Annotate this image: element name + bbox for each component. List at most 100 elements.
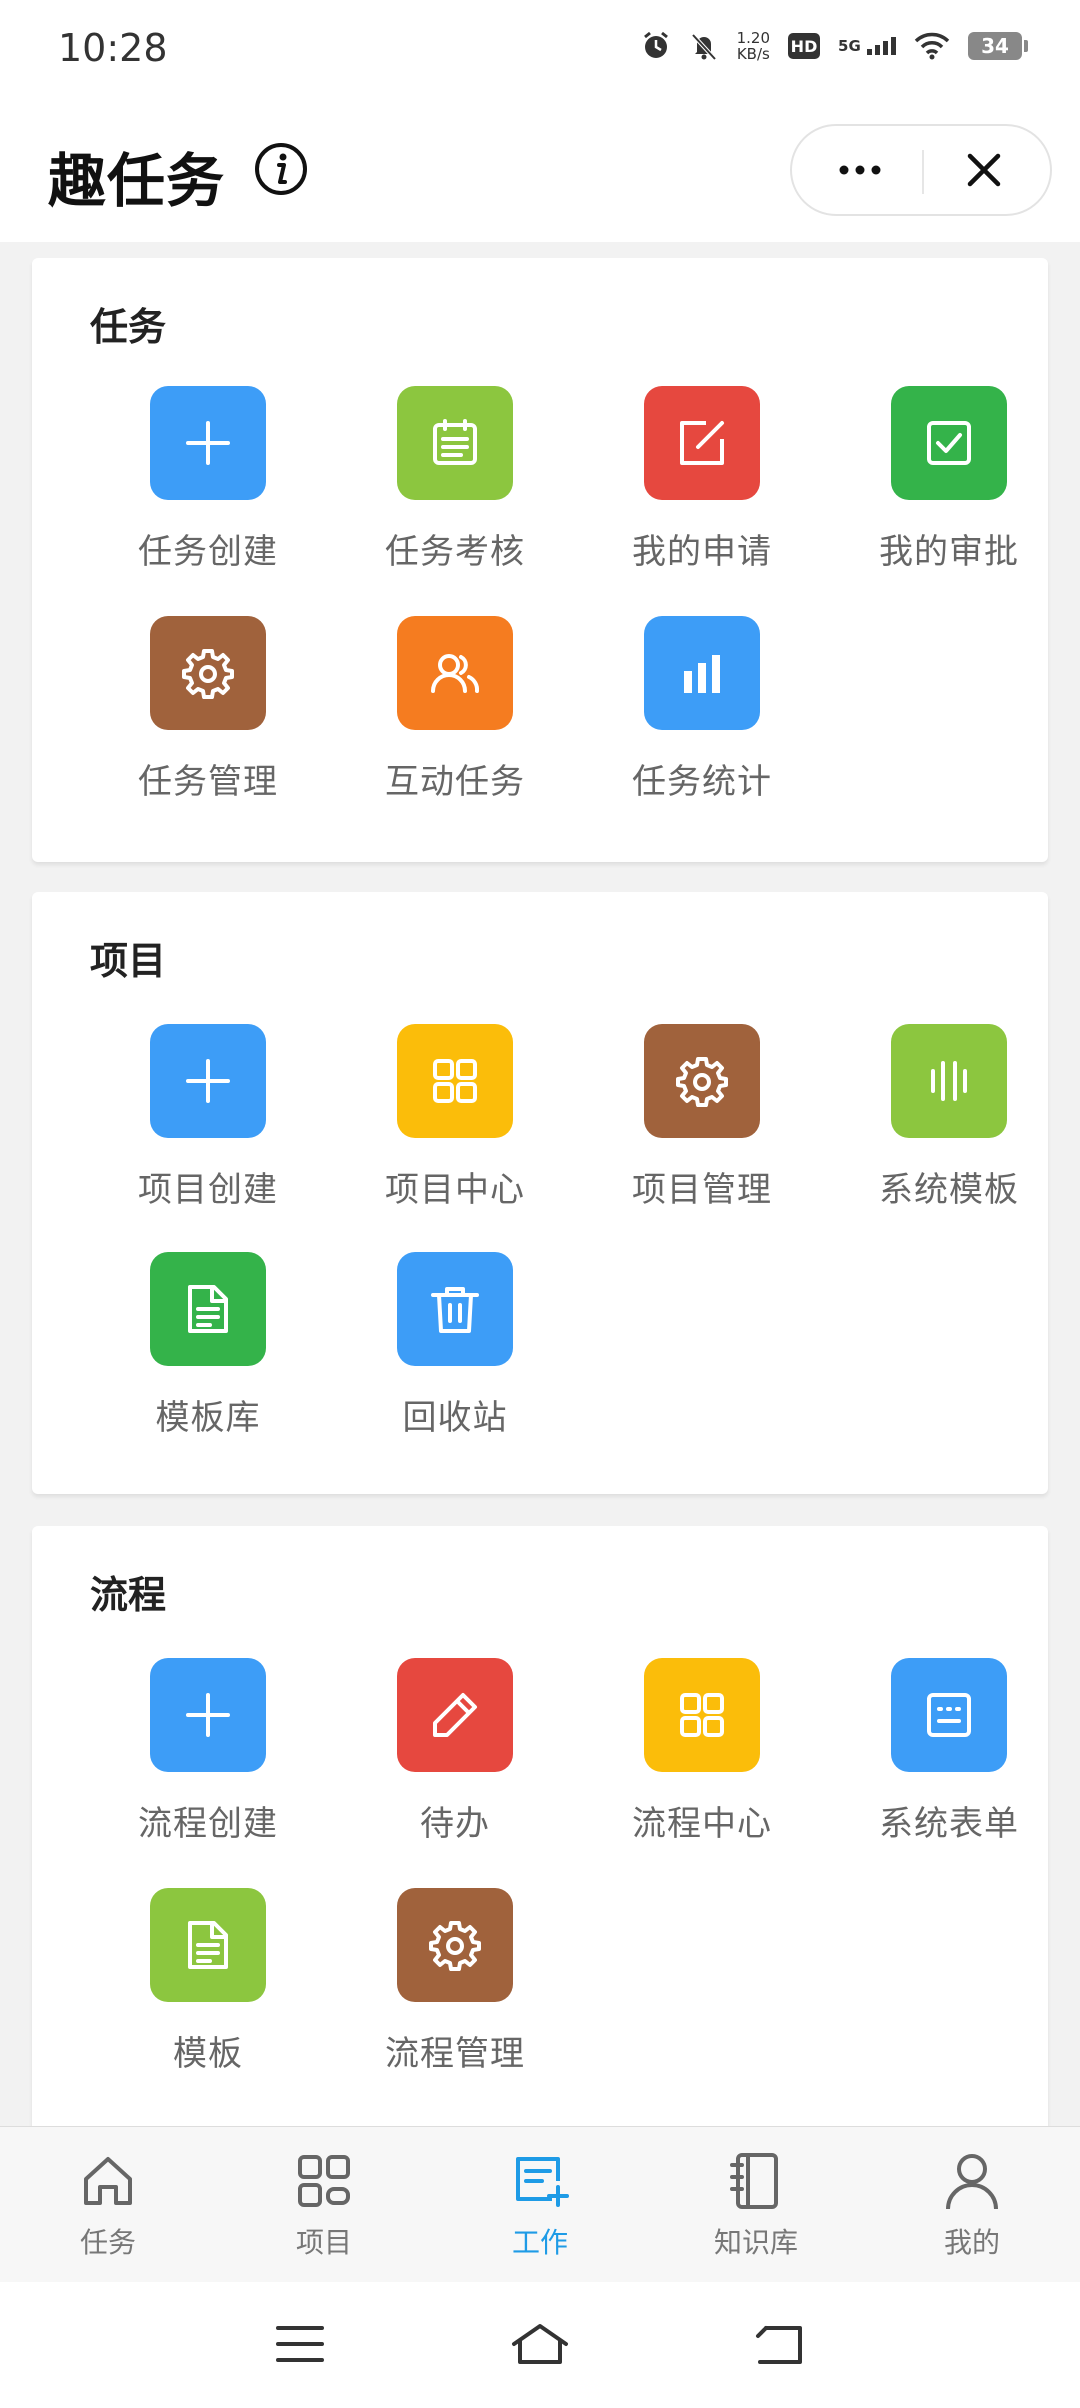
- close-icon: [967, 153, 1001, 187]
- grid-item[interactable]: 项目中心: [329, 1024, 569, 1224]
- section-projects: 项目 项目创建 项目中心 项目管理 系统模板 模板库 回收站: [32, 892, 1048, 1494]
- bottom-tab-bar: 任务 项目 工作 知识库 我的: [0, 2126, 1080, 2283]
- grid-item[interactable]: 系统表单: [823, 1658, 1063, 1858]
- grid-item-label: 回收站: [402, 1398, 508, 1438]
- gear-icon: [644, 1024, 760, 1138]
- edit-square-icon: [644, 386, 760, 500]
- tab-label: 项目: [295, 2226, 352, 2259]
- work-edit-icon: [508, 2149, 572, 2213]
- grid-item[interactable]: 流程创建: [82, 1658, 322, 1858]
- network-type: 5G: [838, 37, 861, 55]
- section-title: 任务: [90, 305, 167, 349]
- section-workflow: 流程流程创建 待办 流程中心 系统表单模板 流程管理: [32, 1526, 1048, 2186]
- tab-tasks[interactable]: 任务: [0, 2127, 216, 2283]
- clipboard-icon: [397, 386, 513, 500]
- grid-item-label: 项目创建: [138, 1170, 278, 1210]
- grid-item-label: 任务管理: [138, 762, 278, 802]
- back-icon: [756, 2326, 802, 2364]
- grid-item[interactable]: 任务管理: [82, 616, 322, 816]
- network-speed-unit: KB/s: [736, 45, 770, 63]
- tab-profile[interactable]: 我的: [864, 2127, 1080, 2283]
- home-icon: [512, 2324, 568, 2364]
- document-icon: [150, 1252, 266, 1366]
- check-square-icon: [891, 386, 1007, 500]
- gear-icon: [397, 1888, 513, 2002]
- grid-item-label: 项目管理: [632, 1170, 772, 1210]
- signal-icon: [867, 37, 896, 55]
- grid-item-label: 模板: [173, 2034, 243, 2074]
- tab-knowledge-base[interactable]: 知识库: [648, 2127, 864, 2283]
- plus-icon: [150, 1024, 266, 1138]
- tab-projects[interactable]: 项目: [216, 2127, 432, 2283]
- title-bar: 趣任务: [0, 100, 1080, 242]
- grid-item-label: 待办: [420, 1804, 490, 1844]
- grid-item[interactable]: 系统模板: [823, 1024, 1063, 1224]
- trash-icon: [397, 1252, 513, 1366]
- grid-item[interactable]: 任务考核: [329, 386, 569, 586]
- back-button[interactable]: [744, 2314, 816, 2374]
- network-speed: 1.20 KB/s: [737, 30, 770, 62]
- mini-program-capsule: [790, 124, 1052, 216]
- grid-item[interactable]: 模板库: [82, 1252, 322, 1452]
- status-icons: 1.20 KB/s HD 5G 34: [641, 30, 1028, 62]
- grid-item-label: 系统模板: [879, 1170, 1019, 1210]
- tab-label: 知识库: [713, 2226, 798, 2259]
- user-icon: [940, 2149, 1004, 2213]
- grid-item-label: 任务统计: [632, 762, 772, 802]
- grid-item-label: 互动任务: [385, 762, 525, 802]
- capsule-divider: [922, 150, 924, 194]
- form-icon: [891, 1658, 1007, 1772]
- tab-label: 任务: [79, 2226, 136, 2259]
- status-time: 10:28: [58, 26, 168, 70]
- page-title: 趣任务: [48, 147, 226, 215]
- grid-item[interactable]: 任务创建: [82, 386, 322, 586]
- grid-item-label: 流程中心: [632, 1804, 772, 1844]
- close-button[interactable]: [926, 126, 1042, 214]
- status-bar: 10:28 1.20 KB/s HD 5G 34: [0, 0, 1080, 100]
- grid-item[interactable]: 待办: [329, 1658, 569, 1858]
- pencil-icon: [397, 1658, 513, 1772]
- info-icon[interactable]: [254, 142, 308, 196]
- vertical-lines-icon: [891, 1024, 1007, 1138]
- grid-icon: [397, 1024, 513, 1138]
- notebook-icon: [724, 2149, 788, 2213]
- home-button[interactable]: [504, 2314, 576, 2374]
- grid-item-label: 任务创建: [138, 532, 278, 572]
- home-icon: [76, 2149, 140, 2213]
- grid-item[interactable]: 互动任务: [329, 616, 569, 816]
- section-title: 流程: [90, 1573, 167, 1617]
- grid-item[interactable]: 项目管理: [576, 1024, 816, 1224]
- grid-item[interactable]: 流程中心: [576, 1658, 816, 1858]
- grid-item-label: 我的申请: [632, 532, 772, 572]
- grid-icon: [292, 2149, 356, 2213]
- plus-icon: [150, 386, 266, 500]
- system-nav-bar: [0, 2282, 1080, 2408]
- menu-icon: [276, 2326, 324, 2362]
- wifi-icon: [914, 32, 950, 60]
- grid-item[interactable]: 模板: [82, 1888, 322, 2088]
- gear-icon: [150, 616, 266, 730]
- document-icon: [150, 1888, 266, 2002]
- more-button[interactable]: [802, 126, 918, 214]
- grid-item-label: 系统表单: [879, 1804, 1019, 1844]
- grid-item-label: 项目中心: [385, 1170, 525, 1210]
- grid-item[interactable]: 项目创建: [82, 1024, 322, 1224]
- grid-item-label: 任务考核: [385, 532, 525, 572]
- grid-item-label: 我的审批: [879, 532, 1019, 572]
- grid-item-label: 模板库: [155, 1398, 261, 1438]
- plus-icon: [150, 1658, 266, 1772]
- grid-item[interactable]: 任务统计: [576, 616, 816, 816]
- grid-item[interactable]: 流程管理: [329, 1888, 569, 2088]
- tab-label: 我的: [943, 2226, 1000, 2259]
- grid-item[interactable]: 我的审批: [823, 386, 1063, 586]
- network-speed-value: 1.20: [736, 29, 771, 47]
- tab-work[interactable]: 工作: [432, 2127, 648, 2283]
- grid-item[interactable]: 我的申请: [576, 386, 816, 586]
- grid-item[interactable]: 回收站: [329, 1252, 569, 1452]
- battery-indicator: 34: [968, 32, 1028, 60]
- grid-item-label: 流程创建: [138, 1804, 278, 1844]
- section-tasks: 任务任务创建 任务考核 我的申请 我的审批任务管理 互动任务 任务统计: [32, 258, 1048, 862]
- signal-indicator: 5G: [838, 37, 896, 55]
- bar-chart-icon: [644, 616, 760, 730]
- menu-button[interactable]: [264, 2314, 336, 2374]
